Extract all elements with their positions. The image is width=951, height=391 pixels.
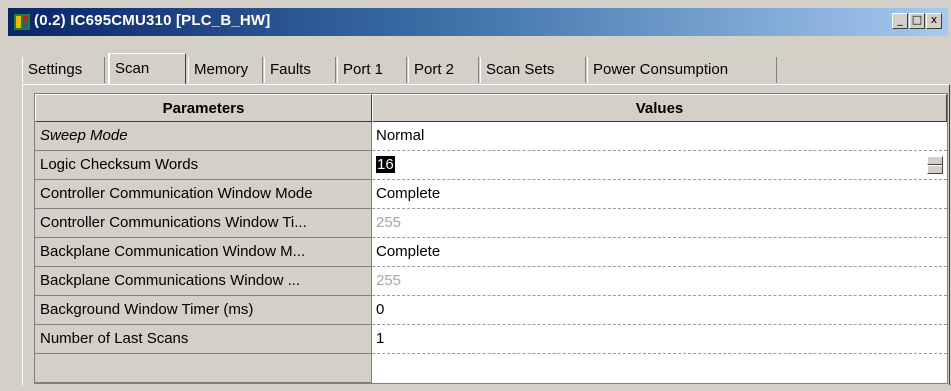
param-label: Sweep Mode bbox=[35, 122, 372, 151]
parameters-column-header[interactable]: Parameters bbox=[35, 94, 372, 122]
tab-port-2[interactable]: Port 2 bbox=[408, 57, 479, 83]
table-row[interactable]: Sweep Mode Normal bbox=[35, 122, 947, 151]
value-spinner[interactable] bbox=[927, 156, 943, 174]
tab-faults[interactable]: Faults bbox=[264, 57, 336, 83]
hardware-config-window: (0.2) IC695CMU310 [PLC_B_HW] _ □ x Setti… bbox=[0, 0, 951, 391]
tab-scan[interactable]: Scan bbox=[108, 53, 186, 85]
param-label: Backplane Communications Window ... bbox=[35, 267, 372, 296]
window-controls: _ □ x bbox=[892, 13, 942, 31]
param-value: 255 bbox=[372, 209, 947, 238]
values-column-header[interactable]: Values bbox=[372, 94, 947, 122]
param-label bbox=[35, 354, 372, 383]
param-value[interactable]: 1 bbox=[372, 325, 947, 354]
param-label: Background Window Timer (ms) bbox=[35, 296, 372, 325]
param-value[interactable]: Complete bbox=[372, 238, 947, 267]
title-bar[interactable]: (0.2) IC695CMU310 [PLC_B_HW] _ □ x bbox=[8, 8, 948, 36]
param-value[interactable] bbox=[372, 354, 947, 383]
param-value-editor[interactable]: 16 bbox=[372, 151, 947, 180]
table-row[interactable]: Background Window Timer (ms) 0 bbox=[35, 296, 947, 325]
tab-port-1[interactable]: Port 1 bbox=[337, 57, 407, 83]
tab-scan-sets[interactable]: Scan Sets bbox=[480, 57, 586, 83]
plc-module-icon bbox=[14, 14, 30, 30]
table-row[interactable]: Backplane Communication Window M... Comp… bbox=[35, 238, 947, 267]
table-row[interactable]: Number of Last Scans 1 bbox=[35, 325, 947, 354]
tab-memory[interactable]: Memory bbox=[188, 57, 263, 83]
selected-value[interactable]: 16 bbox=[376, 156, 395, 173]
param-value[interactable]: Complete bbox=[372, 180, 947, 209]
parameter-grid: Parameters Values Sweep Mode Normal Logi… bbox=[34, 93, 948, 384]
param-value[interactable]: Normal bbox=[372, 122, 947, 151]
close-button[interactable]: x bbox=[926, 13, 942, 29]
param-label: Backplane Communication Window M... bbox=[35, 238, 372, 267]
table-row[interactable] bbox=[35, 354, 947, 383]
param-value[interactable]: 0 bbox=[372, 296, 947, 325]
spin-down-button[interactable] bbox=[927, 165, 943, 174]
tab-power-consumption[interactable]: Power Consumption bbox=[587, 57, 777, 83]
spin-up-button[interactable] bbox=[927, 156, 943, 165]
param-label: Number of Last Scans bbox=[35, 325, 372, 354]
table-row[interactable]: Controller Communications Window Ti... 2… bbox=[35, 209, 947, 238]
window-title: (0.2) IC695CMU310 [PLC_B_HW] bbox=[34, 12, 271, 29]
param-value: 255 bbox=[372, 267, 947, 296]
table-row[interactable]: Logic Checksum Words 16 bbox=[35, 151, 947, 180]
param-label: Controller Communication Window Mode bbox=[35, 180, 372, 209]
minimize-button[interactable]: _ bbox=[892, 13, 908, 29]
maximize-button[interactable]: □ bbox=[909, 13, 925, 29]
param-label: Controller Communications Window Ti... bbox=[35, 209, 372, 238]
param-label: Logic Checksum Words bbox=[35, 151, 372, 180]
table-row[interactable]: Controller Communication Window Mode Com… bbox=[35, 180, 947, 209]
tab-settings[interactable]: Settings bbox=[22, 57, 105, 83]
table-row[interactable]: Backplane Communications Window ... 255 bbox=[35, 267, 947, 296]
